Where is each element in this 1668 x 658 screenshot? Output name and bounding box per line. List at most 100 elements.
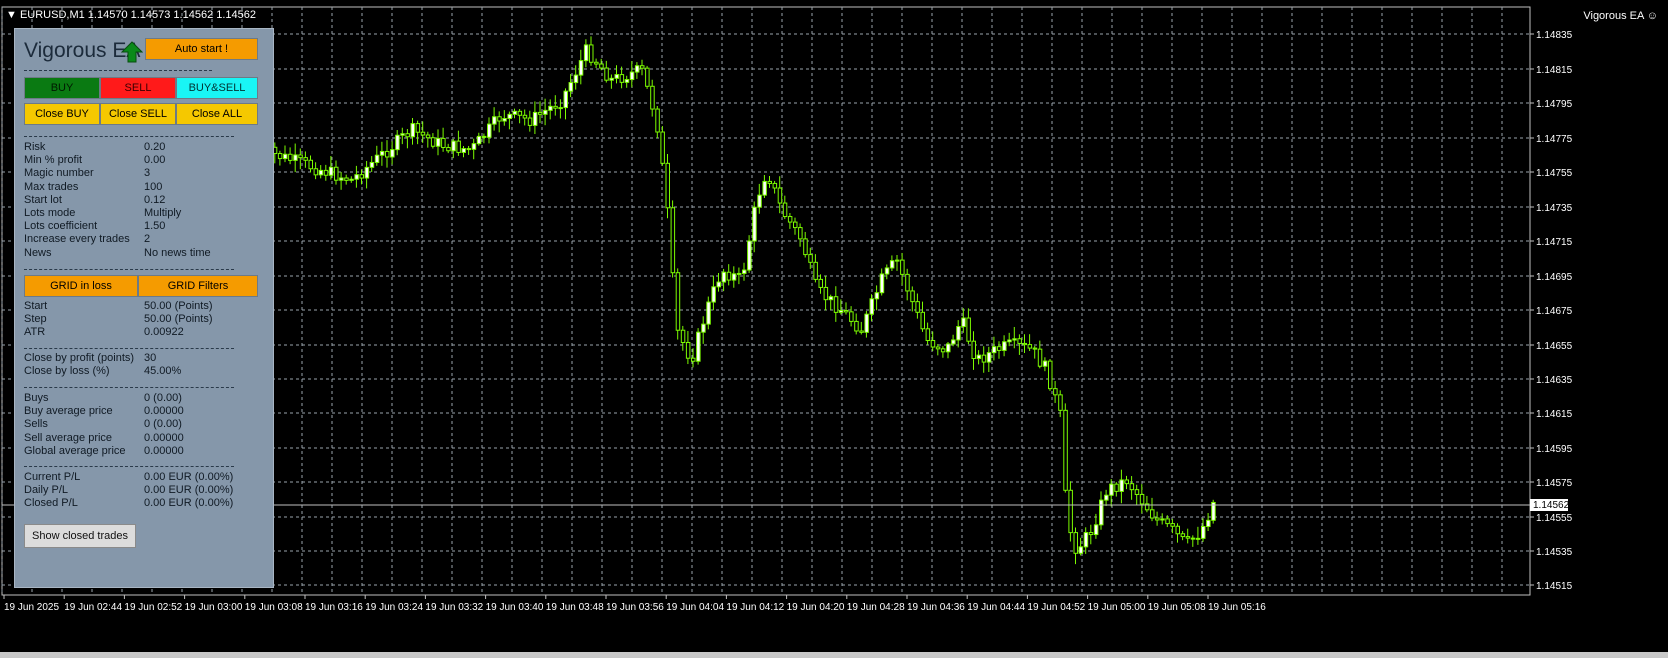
- row-label: Magic number: [24, 167, 94, 180]
- candle-body: [481, 135, 487, 138]
- candle-body: [354, 174, 359, 180]
- row-label: Start lot: [24, 193, 62, 206]
- candle-body: [476, 135, 482, 145]
- candle-body: [451, 140, 456, 152]
- candle-body: [578, 60, 584, 76]
- row-label: Global average price: [24, 444, 126, 457]
- candle-body: [905, 273, 910, 292]
- candle-body: [823, 286, 829, 301]
- candle-body: [986, 352, 992, 363]
- candle-body: [731, 273, 737, 281]
- candle-body: [369, 161, 375, 168]
- row-label: Sells: [24, 418, 48, 431]
- candle-body: [956, 326, 961, 341]
- row-value: 0.20: [144, 141, 166, 153]
- time-tick-label: 19 Jun 02:52: [124, 602, 182, 613]
- row-value: 1.50: [144, 220, 166, 233]
- candle-body: [660, 131, 665, 164]
- row-value: 0.00000: [144, 405, 184, 418]
- candle-body: [818, 278, 823, 288]
- candle-body: [1012, 338, 1017, 341]
- candle-body: [747, 240, 752, 271]
- price-tick-label: 1.14515: [1536, 581, 1573, 592]
- current-price-label: 1.14562: [1533, 500, 1570, 511]
- candle-body: [991, 346, 997, 354]
- candle-body: [390, 149, 395, 158]
- time-tick-label: 19 Jun 04:20: [787, 602, 845, 613]
- close-sell-button[interactable]: Close SELL: [100, 103, 176, 125]
- price-tick-label: 1.14735: [1536, 203, 1573, 214]
- buy-button[interactable]: BUY: [24, 77, 100, 99]
- candle-body: [685, 341, 691, 359]
- grid-in-loss-button[interactable]: GRID in loss: [24, 275, 138, 297]
- candle-body: [1068, 489, 1073, 534]
- row-value: 100: [144, 180, 163, 193]
- candle-body: [446, 147, 451, 152]
- up-arrow-icon: [121, 41, 143, 63]
- buy-sell-button[interactable]: BUY&SELL: [176, 77, 258, 99]
- candle-body: [726, 271, 732, 281]
- separator: [24, 269, 234, 270]
- candle-body: [670, 207, 676, 274]
- candle-body: [1124, 479, 1129, 485]
- candle-body: [425, 134, 431, 139]
- candle-body: [849, 311, 854, 322]
- price-tick-label: 1.14595: [1536, 444, 1573, 455]
- row-value: 50.00 (Points): [144, 313, 213, 326]
- candle-body: [1078, 546, 1084, 554]
- row-value: 0.00 EUR (0.00%): [144, 484, 234, 497]
- row-label: Start: [24, 300, 48, 312]
- row-label: Increase every trades: [24, 233, 130, 246]
- candle-body: [925, 328, 931, 341]
- candle-body: [1063, 409, 1068, 491]
- candle-body: [359, 174, 364, 179]
- candle-body: [497, 116, 502, 122]
- candle-body: [1175, 525, 1180, 535]
- candle-body: [844, 310, 849, 313]
- dropdown-triangle-icon[interactable]: ▼: [6, 9, 17, 21]
- candle-body: [787, 216, 793, 223]
- show-closed-trades-button[interactable]: Show closed trades: [24, 524, 136, 548]
- candle-body: [512, 110, 517, 115]
- candle-body: [568, 82, 574, 92]
- close-all-button[interactable]: Close ALL: [176, 103, 258, 125]
- ea-name-label: Vigorous EA ☺: [1583, 10, 1658, 22]
- grid-filters-button[interactable]: GRID Filters: [138, 275, 258, 297]
- row-value: 0.12: [144, 193, 166, 206]
- candle-body: [1022, 342, 1027, 346]
- candle-body: [1190, 537, 1196, 540]
- horizontal-scrollbar[interactable]: [0, 652, 1668, 658]
- candle-body: [1129, 483, 1135, 491]
- candle-body: [318, 169, 324, 176]
- close-buy-button[interactable]: Close BUY: [24, 103, 100, 125]
- row-value: 0.00922: [144, 326, 184, 339]
- row-label: ATR: [24, 326, 46, 339]
- candle-body: [1088, 532, 1094, 536]
- candle-body: [374, 154, 380, 163]
- time-tick-label: 19 Jun 03:16: [305, 602, 363, 613]
- candle-body: [303, 157, 308, 161]
- candle-body: [339, 177, 344, 181]
- sell-button[interactable]: SELL: [100, 77, 176, 99]
- candle-body: [364, 166, 370, 179]
- row-label: Buys: [24, 392, 49, 404]
- candle-body: [1007, 339, 1012, 343]
- separator: [24, 348, 234, 349]
- time-tick-label: 19 Jun 03:56: [606, 602, 664, 613]
- candle-body: [696, 331, 701, 362]
- auto-start-button[interactable]: Auto start !: [145, 38, 258, 60]
- candle-body: [721, 271, 727, 283]
- candle-body: [946, 343, 951, 353]
- row-label: Lots coefficient: [24, 220, 98, 233]
- candle-body: [961, 317, 966, 328]
- row-value: No news time: [144, 246, 211, 259]
- candle-body: [798, 227, 803, 240]
- candle-body: [589, 44, 594, 63]
- candle-body: [1165, 518, 1170, 525]
- candle-body: [884, 267, 890, 275]
- candle-body: [736, 272, 742, 275]
- row-value: 30: [144, 352, 157, 364]
- time-tick-label: 19 Jun 04:28: [847, 602, 905, 613]
- candle-body: [935, 346, 941, 350]
- candle-body: [609, 77, 614, 81]
